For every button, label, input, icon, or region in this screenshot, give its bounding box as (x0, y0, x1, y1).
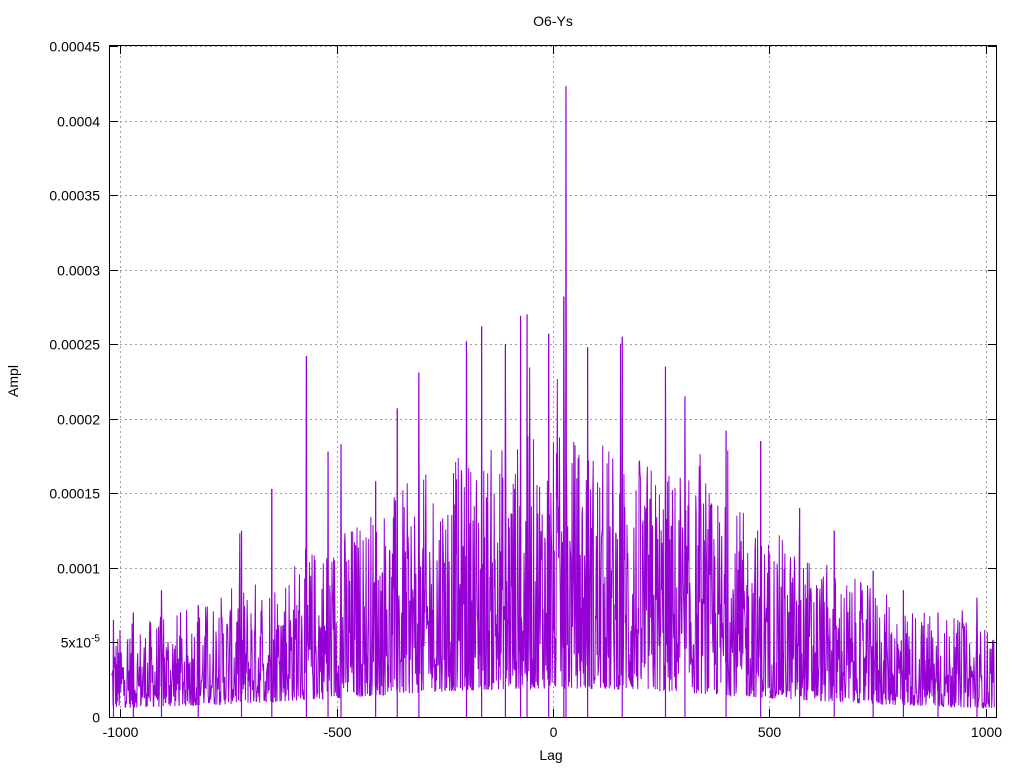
y-tick-label: 0.00045 (49, 39, 100, 55)
x-tick-label: -1000 (103, 724, 139, 740)
y-tick-label: 0.0002 (57, 412, 100, 428)
y-axis-label: Ampl (5, 365, 21, 397)
y-tick-label: 0 (92, 710, 100, 726)
x-tick-label: 500 (758, 724, 782, 740)
chart-svg: -1000 -500 0 500 1000 0 5x10-5 0.0001 0.00015 0.0… (5, 13, 1002, 763)
y-tick-label: 0.00025 (49, 337, 100, 353)
y-tick-label: 0.00015 (49, 486, 100, 502)
chart-title: O6-Ys (533, 13, 573, 29)
y-tick-label: 0.0003 (57, 263, 100, 279)
x-tick-label: 0 (550, 724, 558, 740)
x-tick-label: 1000 (971, 724, 1002, 740)
x-axis-label: Lag (539, 747, 562, 763)
y-tick-label: 0.0004 (57, 114, 100, 130)
y-tick-label: 5x10-5 (61, 634, 101, 651)
y-tick-label: 0.00035 (49, 188, 100, 204)
y-tick-label: 0.0001 (57, 561, 100, 577)
chart: -1000 -500 0 500 1000 0 5x10-5 0.0001 0.00015 0.0… (0, 0, 1024, 768)
x-tick-label: -500 (323, 724, 351, 740)
